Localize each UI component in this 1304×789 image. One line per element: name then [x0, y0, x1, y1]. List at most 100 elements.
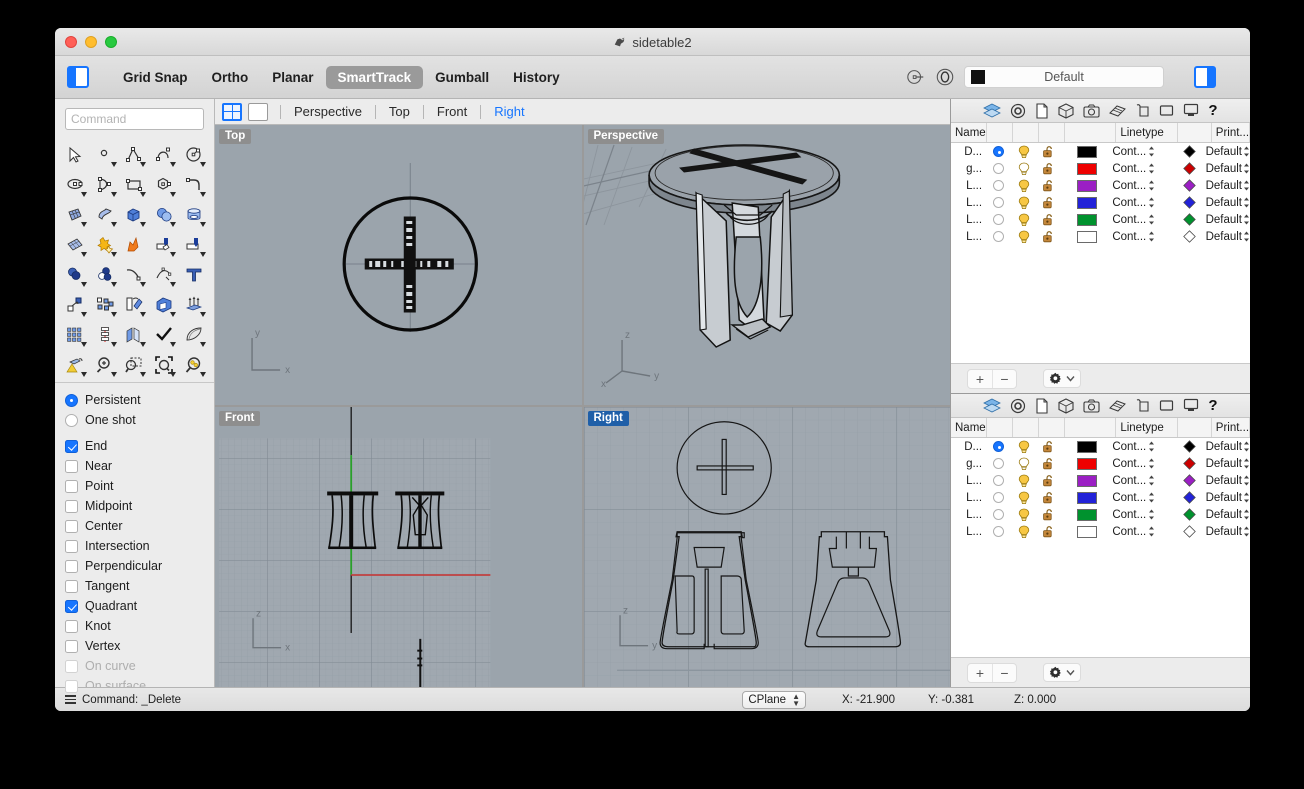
- toggle-history[interactable]: History: [501, 66, 572, 89]
- viewport-right-label[interactable]: Right: [587, 411, 629, 426]
- layer-link-icon[interactable]: [906, 67, 926, 87]
- layer-lock-toggle[interactable]: [1037, 457, 1062, 471]
- tool-move[interactable]: [60, 290, 90, 320]
- view-icon[interactable]: [1159, 399, 1174, 413]
- unlock-icon[interactable]: [1042, 474, 1056, 488]
- layer-linetype-selector[interactable]: Cont...: [1112, 475, 1172, 487]
- stepper-icon[interactable]: [1243, 163, 1250, 174]
- layer-current-radio[interactable]: [986, 509, 1011, 520]
- viewport-top-label[interactable]: Top: [219, 129, 252, 144]
- column-header-print-width[interactable]: Print...: [1212, 123, 1250, 142]
- layer-print-width-selector[interactable]: Default: [1206, 197, 1250, 209]
- checkbox-knot[interactable]: [65, 619, 78, 633]
- viewport-top[interactable]: Top y x: [215, 125, 582, 405]
- layer-linetype-selector[interactable]: Cont...: [1112, 180, 1172, 192]
- layer-row[interactable]: L... Cont... Default: [951, 506, 1250, 523]
- layer-print-width-selector[interactable]: Default: [1206, 526, 1250, 538]
- osnap-point[interactable]: Point: [65, 476, 214, 496]
- layer-target-icon[interactable]: [935, 67, 955, 87]
- layer-row[interactable]: L... Cont... Default: [951, 211, 1250, 228]
- layer-row[interactable]: L... Cont... Default: [951, 228, 1250, 245]
- layer-print-width-selector[interactable]: Default: [1206, 441, 1250, 453]
- bulb-icon[interactable]: [1017, 474, 1031, 488]
- layer-color-swatch[interactable]: [1062, 230, 1113, 243]
- checkbox-vertex[interactable]: [65, 639, 78, 653]
- stepper-icon[interactable]: [1148, 231, 1155, 242]
- layer-options-button-top[interactable]: [1043, 369, 1081, 388]
- layer-color-swatch[interactable]: [1062, 179, 1113, 192]
- tool-mesh-surface[interactable]: [60, 230, 90, 260]
- menu-icon[interactable]: [65, 695, 76, 704]
- toggle-smarttrack[interactable]: SmartTrack: [325, 65, 424, 89]
- layer-linetype-selector[interactable]: Cont...: [1112, 146, 1172, 158]
- layer-linetype-selector[interactable]: Cont...: [1112, 509, 1172, 521]
- display-icon[interactable]: [1135, 398, 1150, 413]
- add-layer-button[interactable]: +: [968, 664, 992, 682]
- layer-row[interactable]: g... Cont... Default: [951, 160, 1250, 177]
- tool-loft-surface[interactable]: [90, 200, 120, 230]
- column-header-color[interactable]: [1065, 418, 1117, 437]
- stepper-icon[interactable]: [1148, 492, 1155, 503]
- layer-linetype-selector[interactable]: Cont...: [1112, 197, 1172, 209]
- layer-print-width-selector[interactable]: Default: [1206, 475, 1250, 487]
- radio-one-shot[interactable]: [65, 413, 78, 427]
- tool-surface-from-points[interactable]: [60, 200, 90, 230]
- view-icon[interactable]: [1159, 104, 1174, 118]
- layer-current-radio[interactable]: [986, 180, 1011, 191]
- layer-color-swatch[interactable]: [1062, 196, 1113, 209]
- stepper-icon[interactable]: [1243, 509, 1250, 520]
- layer-linetype-selector[interactable]: Cont...: [1112, 492, 1172, 504]
- object-icon[interactable]: [1058, 397, 1074, 414]
- layer-print-width-selector[interactable]: Default: [1206, 231, 1250, 243]
- layer-print-color[interactable]: [1173, 457, 1206, 470]
- layer-print-color[interactable]: [1173, 491, 1206, 504]
- stepper-icon[interactable]: [1148, 475, 1155, 486]
- tool-zoom-selected[interactable]: [179, 350, 209, 380]
- layer-current-radio[interactable]: [986, 458, 1011, 469]
- toggle-grid-snap[interactable]: Grid Snap: [111, 66, 200, 89]
- layer-row[interactable]: L... Cont... Default: [951, 194, 1250, 211]
- layer-current-radio[interactable]: [986, 197, 1011, 208]
- layer-linetype-selector[interactable]: Cont...: [1112, 526, 1172, 538]
- bulb-icon[interactable]: [1017, 457, 1031, 471]
- tool-explode-star[interactable]: [90, 230, 120, 260]
- toggle-ortho[interactable]: Ortho: [200, 66, 261, 89]
- layer-current-radio[interactable]: [986, 526, 1011, 537]
- osnap-center[interactable]: Center: [65, 516, 214, 536]
- layer-name[interactable]: L...: [951, 180, 986, 192]
- layer-row[interactable]: g... Cont... Default: [951, 455, 1250, 472]
- layer-color-swatch[interactable]: [1062, 508, 1113, 521]
- layer-linetype-selector[interactable]: Cont...: [1112, 458, 1172, 470]
- stepper-icon[interactable]: [1243, 146, 1250, 157]
- object-icon[interactable]: [1058, 102, 1074, 119]
- print-color-diamond-icon[interactable]: [1182, 230, 1196, 243]
- print-color-diamond-icon[interactable]: [1182, 196, 1196, 209]
- unlock-icon[interactable]: [1042, 440, 1056, 454]
- layer-print-color[interactable]: [1173, 213, 1206, 226]
- tool-render[interactable]: [60, 350, 90, 380]
- layer-color-swatch[interactable]: [1062, 474, 1113, 487]
- osnap-mode-persistent[interactable]: Persistent: [65, 390, 214, 410]
- layer-visibility-toggle[interactable]: [1011, 196, 1036, 210]
- cplane-selector[interactable]: CPlane ▲ ▼: [742, 690, 806, 709]
- toggle-planar[interactable]: Planar: [260, 66, 325, 89]
- stepper-icon[interactable]: [1243, 475, 1250, 486]
- stepper-icon[interactable]: [1243, 231, 1250, 242]
- tool-curve[interactable]: [149, 140, 179, 170]
- tool-curve-tools[interactable]: [149, 260, 179, 290]
- unlock-icon[interactable]: [1042, 179, 1056, 193]
- bulb-icon[interactable]: [1017, 179, 1031, 193]
- column-header-current[interactable]: [987, 123, 1013, 142]
- single-layout-button[interactable]: [248, 102, 268, 121]
- layer-current-radio[interactable]: [986, 146, 1011, 157]
- osnap-knot[interactable]: Knot: [65, 616, 214, 636]
- stepper-icon[interactable]: [1243, 441, 1250, 452]
- tool-point[interactable]: [90, 140, 120, 170]
- tool-sphere-boolean[interactable]: [149, 200, 179, 230]
- viewport-front[interactable]: Front z x: [215, 407, 582, 687]
- tool-zoom-window[interactable]: [120, 350, 150, 380]
- layer-color-swatch[interactable]: [1062, 440, 1113, 453]
- stepper-icon[interactable]: [1148, 180, 1155, 191]
- tool-box[interactable]: [120, 200, 150, 230]
- stepper-icon[interactable]: [1148, 441, 1155, 452]
